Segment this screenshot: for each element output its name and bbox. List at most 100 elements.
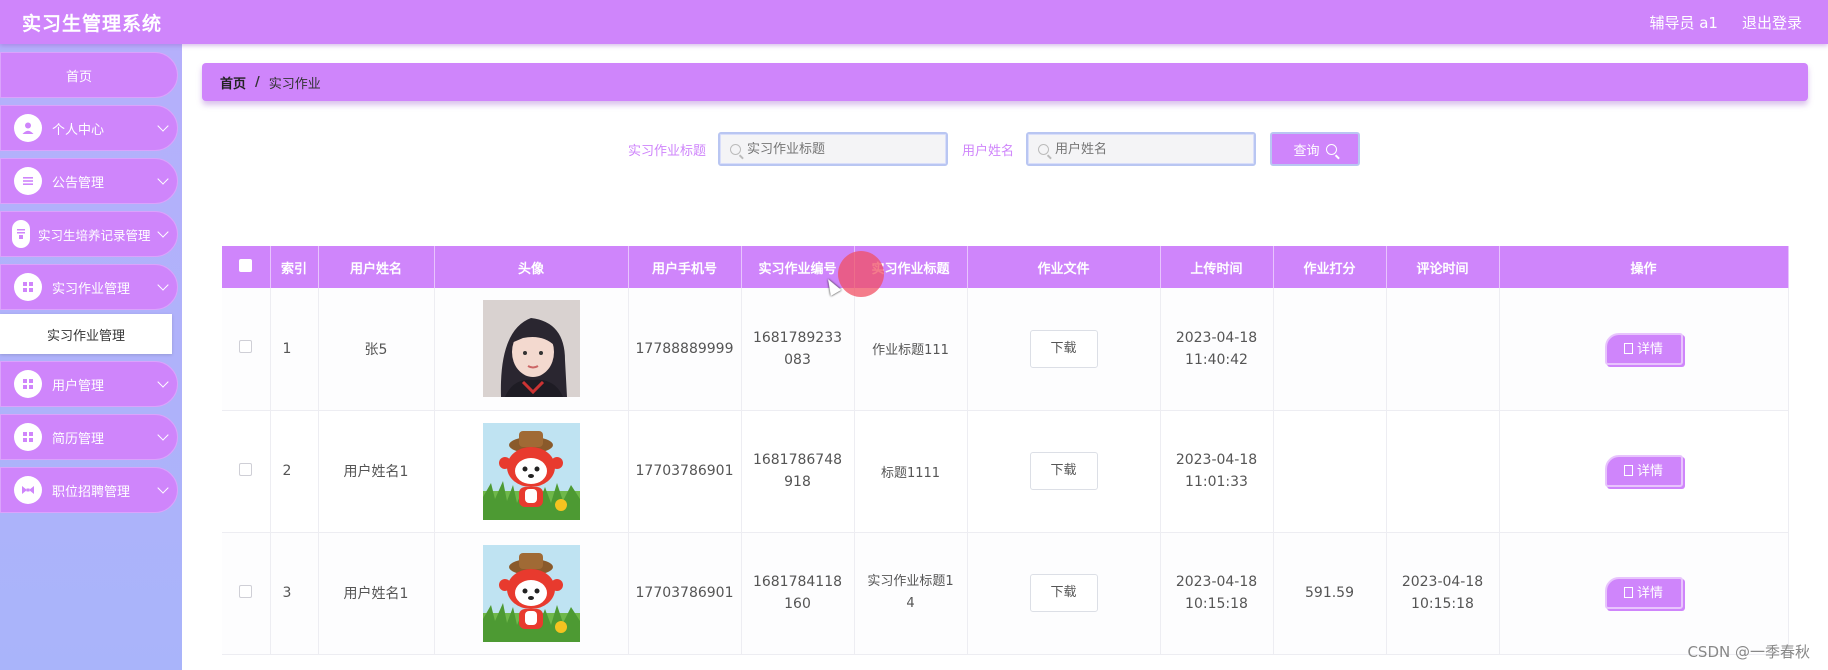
name-search-label: 用户姓名 xyxy=(962,143,1015,159)
logout-link[interactable]: 退出登录 xyxy=(1742,12,1802,33)
document-icon xyxy=(1623,587,1633,598)
title-search-label: 实习作业标题 xyxy=(627,143,706,159)
upload-time-text: 2023-04-18 11:40:42 xyxy=(1175,329,1258,368)
title-cell: 作业标题111 xyxy=(854,288,968,411)
index-cell: 2 xyxy=(270,410,319,533)
sidebar-item-resumes[interactable]: 简历管理 xyxy=(0,414,178,460)
number-text: 1681784118160 xyxy=(752,574,843,612)
file-cell: 下载 xyxy=(967,410,1161,533)
phone-cell: 17703786901 xyxy=(628,410,742,533)
detail-button[interactable]: 详情 xyxy=(1604,332,1683,365)
avatar-cell xyxy=(434,410,629,533)
title-search-input[interactable] xyxy=(747,141,927,157)
name-cell: 用户姓名1 xyxy=(318,532,435,655)
actions-cell: 详情 xyxy=(1499,288,1789,411)
column-header: 用户手机号 xyxy=(628,246,742,288)
upload-time-text: 2023-04-18 10:15:18 xyxy=(1175,574,1258,612)
row-checkbox[interactable] xyxy=(239,584,253,598)
avatar-cell xyxy=(434,288,629,411)
upload-time-text: 2023-04-18 11:01:33 xyxy=(1175,452,1258,490)
phone-cell: 17703786901 xyxy=(628,532,742,655)
upload-time-cell: 2023-04-18 10:15:18 xyxy=(1160,532,1274,655)
title-text: 实习作业标题14 xyxy=(867,574,954,611)
click-indicator xyxy=(838,251,884,297)
submenu-item-label: 实习作业管理 xyxy=(46,328,125,344)
row-select-cell xyxy=(222,288,271,411)
sidebar-item-label: 实习作业管理 xyxy=(52,281,131,297)
number-cell: 1681789233083 xyxy=(741,288,855,411)
detail-button[interactable]: 详情 xyxy=(1604,577,1683,609)
table-row: 1 张5 17788889999 1681789233083 作业标题111 下… xyxy=(222,288,1789,411)
bowtie-icon xyxy=(14,476,42,504)
column-header: 上传时间 xyxy=(1160,246,1274,288)
download-button[interactable]: 下载 xyxy=(1029,452,1098,490)
name-cell: 用户姓名1 xyxy=(318,410,435,533)
row-select-cell xyxy=(222,532,271,655)
document-icon xyxy=(1623,342,1633,354)
sidebar-item-homework[interactable]: 实习作业管理 xyxy=(0,264,178,310)
title-cell: 实习作业标题14 xyxy=(854,532,968,655)
select-all-header xyxy=(222,246,271,288)
comment-time-cell xyxy=(1386,288,1500,411)
column-header: 实习作业编号 xyxy=(741,246,855,288)
sidebar-item-label: 公告管理 xyxy=(52,175,105,191)
submenu-item-homework-management[interactable]: 实习作业管理 xyxy=(0,314,172,354)
list-icon xyxy=(14,167,42,195)
record-icon xyxy=(12,220,30,248)
breadcrumb-current: 实习作业 xyxy=(268,76,321,92)
column-header: 操作 xyxy=(1499,246,1789,288)
breadcrumb: 首页 / 实习作业 xyxy=(202,63,1808,101)
sidebar-item-home[interactable]: 首页 xyxy=(0,52,178,98)
title-search-box[interactable] xyxy=(718,132,948,166)
name-search-input[interactable] xyxy=(1055,141,1236,157)
upload-time-cell: 2023-04-18 11:01:33 xyxy=(1160,410,1274,533)
score-cell xyxy=(1273,410,1387,533)
search-icon xyxy=(1038,143,1050,155)
sidebar-item-label: 职位招聘管理 xyxy=(52,484,131,500)
comment-time-cell: 2023-04-18 10:15:18 xyxy=(1386,532,1500,655)
column-header: 作业打分 xyxy=(1273,246,1387,288)
number-cell: 1681784118160 xyxy=(741,532,855,655)
sidebar-item-label: 实习生培养记录管理 xyxy=(38,227,151,243)
actions-cell: 详情 xyxy=(1499,532,1789,655)
detail-button-label: 详情 xyxy=(1636,586,1663,601)
avatar xyxy=(482,544,580,642)
grid-icon xyxy=(14,370,42,398)
sidebar-item-training-records[interactable]: 实习生培养记录管理 xyxy=(0,211,178,257)
query-button[interactable]: 查询 xyxy=(1270,132,1361,166)
avatar xyxy=(482,422,580,520)
detail-button-label: 详情 xyxy=(1636,341,1663,357)
watermark: CSDN @一季春秋 xyxy=(1687,643,1810,661)
actions-cell: 详情 xyxy=(1499,410,1789,533)
top-right-area: 辅导员 a1 退出登录 xyxy=(1649,12,1802,33)
avatar-cell xyxy=(434,532,629,655)
table-header-row: 索引 用户姓名 头像 用户手机号 实习作业编号 实习作业标题 作业文件 上传时间… xyxy=(222,246,1789,288)
top-bar: 实习生管理系统 辅导员 a1 退出登录 xyxy=(0,0,1828,44)
breadcrumb-home[interactable]: 首页 xyxy=(220,73,246,92)
search-bar: 实习作业标题 用户姓名 查询 xyxy=(0,132,1828,166)
document-icon xyxy=(1623,465,1633,476)
column-header: 评论时间 xyxy=(1386,246,1500,288)
table-row: 2 用户姓名1 17703786901 1681786748918 标题1111… xyxy=(222,410,1789,533)
name-cell: 张5 xyxy=(318,288,435,411)
current-user: 辅导员 a1 xyxy=(1649,13,1718,32)
column-header: 用户姓名 xyxy=(318,246,435,288)
download-button[interactable]: 下载 xyxy=(1029,329,1098,368)
download-button[interactable]: 下载 xyxy=(1029,574,1098,612)
sidebar-item-users[interactable]: 用户管理 xyxy=(0,361,178,407)
name-search-box[interactable] xyxy=(1026,132,1257,166)
row-checkbox[interactable] xyxy=(239,340,253,354)
phone-cell: 17788889999 xyxy=(628,288,742,411)
sidebar-item-label: 简历管理 xyxy=(52,431,105,447)
row-checkbox[interactable] xyxy=(239,462,253,476)
select-all-checkbox[interactable] xyxy=(239,258,253,272)
grid-icon xyxy=(14,273,42,301)
column-header: 作业文件 xyxy=(967,246,1161,288)
detail-button[interactable]: 详情 xyxy=(1604,455,1683,487)
sidebar-item-jobs[interactable]: 职位招聘管理 xyxy=(0,467,178,513)
row-select-cell xyxy=(222,410,271,533)
column-header: 头像 xyxy=(434,246,629,288)
homework-table: 索引 用户姓名 头像 用户手机号 实习作业编号 实习作业标题 作业文件 上传时间… xyxy=(222,246,1789,655)
comment-time-text: 2023-04-18 10:15:18 xyxy=(1401,574,1484,612)
app-title: 实习生管理系统 xyxy=(22,12,163,35)
